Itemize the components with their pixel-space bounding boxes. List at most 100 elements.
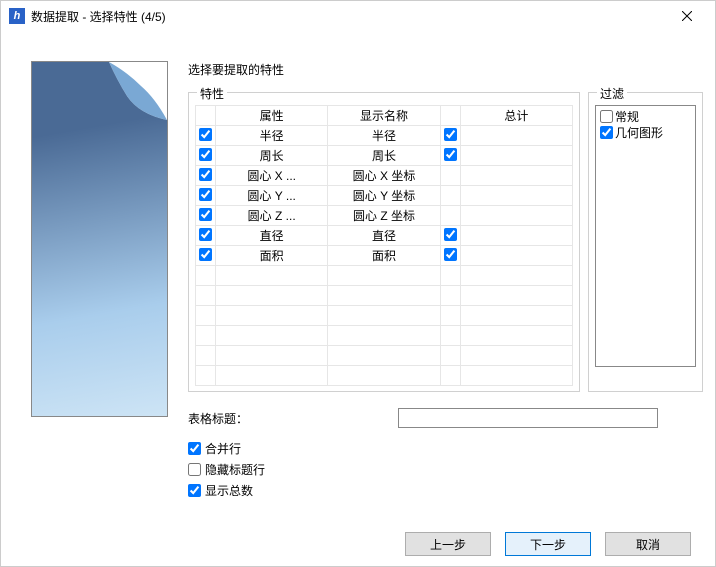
close-icon (682, 11, 692, 21)
col-header-check[interactable] (196, 106, 216, 126)
total-checkbox[interactable] (444, 128, 457, 141)
cancel-button[interactable]: 取消 (605, 532, 691, 556)
total-checkbox[interactable] (444, 148, 457, 161)
table-row[interactable]: 半径半径 (196, 126, 573, 146)
table-title-input[interactable] (398, 408, 658, 428)
option-checkbox[interactable] (188, 442, 201, 455)
content-area: 选择要提取的特性 特性 属性 显示名称 总计 (1, 31, 715, 522)
table-row-empty (196, 286, 573, 306)
filter-item[interactable]: 几何图形 (600, 124, 691, 140)
attr-cell: 直径 (216, 226, 328, 246)
display-cell: 圆心 Z 坐标 (328, 206, 440, 226)
filter-label: 常规 (615, 108, 639, 125)
total-cell (460, 226, 572, 246)
filter-checkbox[interactable] (600, 110, 613, 123)
table-row-empty (196, 266, 573, 286)
table-row[interactable]: 面积面积 (196, 246, 573, 266)
col-header-total[interactable]: 总计 (460, 106, 572, 126)
close-button[interactable] (667, 1, 707, 31)
row-checkbox[interactable] (199, 128, 212, 141)
option-label: 合并行 (205, 440, 241, 457)
row-checkbox[interactable] (199, 228, 212, 241)
footer-buttons: 上一步 下一步 取消 (1, 522, 715, 566)
option-item[interactable]: 合并行 (188, 440, 703, 457)
attr-cell: 面积 (216, 246, 328, 266)
total-cell (460, 246, 572, 266)
total-check-cell (440, 206, 460, 226)
attr-cell: 半径 (216, 126, 328, 146)
table-row[interactable]: 圆心 Z ...圆心 Z 坐标 (196, 206, 573, 226)
row-checkbox[interactable] (199, 148, 212, 161)
table-row[interactable]: 直径直径 (196, 226, 573, 246)
attributes-group-label: 特性 (197, 85, 227, 102)
total-checkbox[interactable] (444, 248, 457, 261)
option-checkbox[interactable] (188, 484, 201, 497)
option-label: 隐藏标题行 (205, 461, 265, 478)
preview-pane (31, 61, 168, 512)
dialog-title: 数据提取 - 选择特性 (4/5) (31, 8, 667, 25)
table-row-empty (196, 346, 573, 366)
option-checkbox[interactable] (188, 463, 201, 476)
table-header-row: 属性 显示名称 总计 (196, 106, 573, 126)
table-row-empty (196, 306, 573, 326)
filter-group: 过滤 常规几何图形 (588, 92, 703, 392)
attributes-table: 属性 显示名称 总计 半径半径周长周长圆心 X ...圆心 X 坐标圆心 Y .… (195, 105, 573, 386)
attr-cell: 圆心 Y ... (216, 186, 328, 206)
option-item[interactable]: 显示总数 (188, 482, 703, 499)
display-cell: 圆心 X 坐标 (328, 166, 440, 186)
display-cell: 半径 (328, 126, 440, 146)
attr-cell: 周长 (216, 146, 328, 166)
col-header-attr[interactable]: 属性 (216, 106, 328, 126)
filter-group-label: 过滤 (597, 85, 627, 102)
table-title-row: 表格标题： (188, 408, 703, 428)
col-header-totalcheck[interactable] (440, 106, 460, 126)
titlebar: h 数据提取 - 选择特性 (4/5) (1, 1, 715, 31)
mid-row: 特性 属性 显示名称 总计 半径半径周长周长圆心 X (188, 92, 703, 392)
option-item[interactable]: 隐藏标题行 (188, 461, 703, 478)
row-checkbox[interactable] (199, 248, 212, 261)
total-cell (460, 206, 572, 226)
next-button[interactable]: 下一步 (505, 532, 591, 556)
dialog-window: h 数据提取 - 选择特性 (4/5) 选择要提取的特性 特性 (0, 0, 716, 567)
total-cell (460, 146, 572, 166)
total-check-cell (440, 186, 460, 206)
instruction-text: 选择要提取的特性 (188, 61, 703, 78)
display-cell: 面积 (328, 246, 440, 266)
display-cell: 周长 (328, 146, 440, 166)
prev-button[interactable]: 上一步 (405, 532, 491, 556)
total-check-cell (440, 246, 460, 266)
filter-label: 几何图形 (615, 124, 663, 141)
table-row-empty (196, 366, 573, 386)
total-cell (460, 186, 572, 206)
filter-list: 常规几何图形 (595, 105, 696, 367)
total-cell (460, 126, 572, 146)
attributes-group: 特性 属性 显示名称 总计 半径半径周长周长圆心 X (188, 92, 580, 392)
total-check-cell (440, 166, 460, 186)
total-checkbox[interactable] (444, 228, 457, 241)
right-pane: 选择要提取的特性 特性 属性 显示名称 总计 (188, 61, 703, 512)
row-checkbox[interactable] (199, 208, 212, 221)
filter-item[interactable]: 常规 (600, 108, 691, 124)
attr-cell: 圆心 Z ... (216, 206, 328, 226)
display-cell: 直径 (328, 226, 440, 246)
display-cell: 圆心 Y 坐标 (328, 186, 440, 206)
table-row[interactable]: 周长周长 (196, 146, 573, 166)
page-fold-icon (109, 62, 167, 120)
row-checkbox[interactable] (199, 168, 212, 181)
total-check-cell (440, 126, 460, 146)
option-label: 显示总数 (205, 482, 253, 499)
total-cell (460, 166, 572, 186)
app-icon: h (9, 8, 25, 24)
table-row[interactable]: 圆心 Y ...圆心 Y 坐标 (196, 186, 573, 206)
total-check-cell (440, 226, 460, 246)
table-row-empty (196, 326, 573, 346)
row-checkbox[interactable] (199, 188, 212, 201)
table-title-label: 表格标题： (188, 410, 388, 427)
options-list: 合并行隐藏标题行显示总数 (188, 440, 703, 499)
attr-cell: 圆心 X ... (216, 166, 328, 186)
filter-checkbox[interactable] (600, 126, 613, 139)
col-header-display[interactable]: 显示名称 (328, 106, 440, 126)
preview-image (31, 61, 168, 417)
table-row[interactable]: 圆心 X ...圆心 X 坐标 (196, 166, 573, 186)
total-check-cell (440, 146, 460, 166)
